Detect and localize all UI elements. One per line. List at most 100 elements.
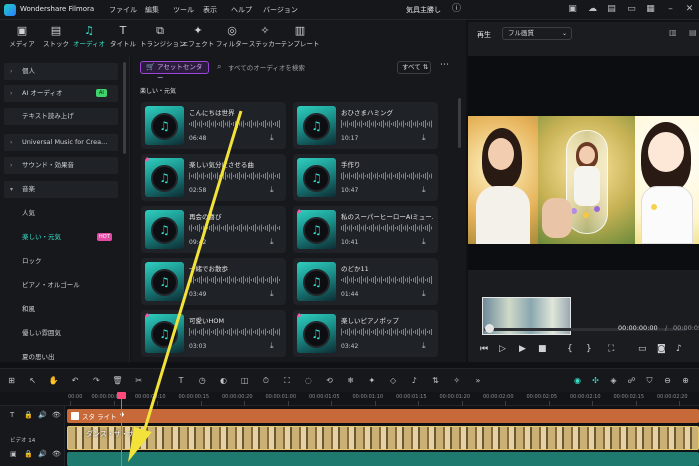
snapshot-icon[interactable]: ◙: [657, 344, 666, 354]
gift-icon[interactable]: ▣: [567, 4, 578, 15]
text-icon[interactable]: T: [176, 375, 187, 386]
tool-transition[interactable]: ⧉ トランジション: [140, 23, 186, 53]
mute-icon[interactable]: 🔊: [38, 450, 47, 458]
speed-icon[interactable]: ◷: [197, 375, 208, 386]
sidebar-item-universal-music[interactable]: › Universal Music for Crea...: [4, 134, 118, 151]
sidebar-item-ai-audio[interactable]: › AI オーディオ AI: [4, 85, 118, 102]
play-back-icon[interactable]: ▷: [499, 344, 506, 354]
play-icon[interactable]: ▶: [519, 344, 526, 354]
audio-card[interactable]: ♫ 手作り 10:47 ⤓: [293, 154, 438, 201]
sidebar-item-gentle[interactable]: 優しい雰囲気: [4, 325, 118, 342]
quality-select[interactable]: フル画質 ⌄: [502, 27, 572, 40]
freeze-icon[interactable]: ❄: [345, 375, 356, 386]
filter-all-dropdown[interactable]: すべて ⇅: [397, 61, 431, 74]
download-icon[interactable]: ⤓: [422, 341, 426, 351]
close-icon[interactable]: ✕: [684, 4, 695, 15]
library-scrollbar[interactable]: [458, 98, 461, 148]
lock-icon[interactable]: 🔒: [24, 411, 33, 419]
audio-card[interactable]: ♫ こんにちは世界 06:48 ⤓: [141, 102, 286, 149]
download-icon[interactable]: ⤓: [270, 237, 274, 247]
timer-icon[interactable]: ⏱: [260, 375, 271, 386]
download-icon[interactable]: ⤓: [422, 133, 426, 143]
audio-card[interactable]: ♫ ♦ 楽しいピアノポップ 03:42 ⤓: [293, 310, 438, 357]
layout-icon[interactable]: ⊞: [6, 375, 17, 386]
prev-frame-icon[interactable]: ⏮: [480, 344, 488, 354]
undo-icon[interactable]: ↶: [70, 375, 81, 386]
info-icon[interactable]: ⓘ: [451, 4, 462, 15]
sidebar-item-japanese[interactable]: 和風: [4, 301, 118, 318]
color-icon[interactable]: ◐: [218, 375, 229, 386]
video-clip[interactable]: ダンス・ザ・ナイト: [67, 426, 699, 450]
cut-icon[interactable]: ✂: [133, 375, 144, 386]
cloud-icon[interactable]: ☁: [587, 4, 598, 15]
menu-edit[interactable]: 編集: [145, 5, 159, 15]
timeline-ruler[interactable]: 00:00 00:00:00:05 00:00:00:10 00:00:00:15 00…: [0, 392, 699, 406]
menu-help[interactable]: ヘルプ: [231, 5, 252, 15]
ai-tools-icon[interactable]: ☍: [626, 375, 637, 386]
motion-icon[interactable]: ✦: [366, 375, 377, 386]
playhead-handle[interactable]: [117, 392, 126, 399]
search-input[interactable]: [228, 61, 388, 74]
zoom-in-icon[interactable]: ⊕: [680, 375, 691, 386]
menu-version[interactable]: バージョン: [263, 5, 298, 15]
lock-icon[interactable]: 🔒: [24, 450, 33, 458]
delete-icon[interactable]: 🗑: [112, 375, 123, 386]
project-name[interactable]: 気具主勝し: [406, 5, 441, 15]
download-icon[interactable]: ⤓: [422, 289, 426, 299]
sidebar-item-rock[interactable]: ロック: [4, 253, 118, 270]
audio-card[interactable]: ♫ ♦ 私のスーパーヒーローAIミュー... 10:41 ⤓: [293, 206, 438, 253]
download-icon[interactable]: ⤓: [422, 237, 426, 247]
display-icon[interactable]: ▭: [638, 344, 647, 354]
minimize-icon[interactable]: –: [665, 4, 676, 15]
mark-in-icon[interactable]: {: [567, 344, 573, 354]
audio-clip[interactable]: [67, 452, 699, 466]
sidebar-item-personal[interactable]: › 個人: [4, 63, 118, 80]
select-icon[interactable]: ↖: [27, 375, 38, 386]
playback-progress-handle[interactable]: [485, 324, 495, 333]
sidebar-scrollbar[interactable]: [123, 62, 126, 154]
bell-icon[interactable]: ▤: [606, 4, 617, 15]
hand-icon[interactable]: ✋: [48, 375, 59, 386]
sidebar-item-popular[interactable]: 人気: [4, 205, 118, 222]
tool-title[interactable]: T タイトル: [103, 23, 143, 53]
sidebar-item-music[interactable]: ▾ 音楽: [4, 181, 118, 198]
mark-out-icon[interactable]: }: [586, 344, 592, 354]
stabilize-icon[interactable]: ◌: [303, 375, 314, 386]
tool-sticker[interactable]: ✧ ステッカー: [245, 23, 285, 53]
sidebar-item-fun-energetic[interactable]: 楽しい・元気 HOT: [4, 229, 118, 246]
text-clip[interactable]: スタ ライト ♦: [67, 409, 699, 423]
ai-icon[interactable]: ✧: [451, 375, 462, 386]
fullscreen-icon[interactable]: ⛶: [608, 344, 614, 354]
menu-view[interactable]: 表示: [203, 5, 217, 15]
menu-file[interactable]: ファイル: [109, 5, 137, 15]
sidebar-item-text-to-speech[interactable]: テキスト読み上げ: [4, 108, 118, 125]
reverse-icon[interactable]: ⟲: [324, 375, 335, 386]
asset-center-button[interactable]: 🛒 アセットセンター: [140, 61, 209, 82]
save-icon[interactable]: ▭: [626, 4, 637, 15]
download-icon[interactable]: ⤓: [422, 185, 426, 195]
mute-icon[interactable]: 🔊: [38, 411, 47, 419]
mask-icon[interactable]: ◫: [239, 375, 250, 386]
audio-card[interactable]: ♫ のどか11 01:44 ⤓: [293, 258, 438, 305]
sidebar-item-piano[interactable]: ピアノ・オルゴール: [4, 277, 118, 294]
audio-card[interactable]: ♫ 再会の喜び 09:42 ⤓: [141, 206, 286, 253]
more-icon[interactable]: »: [472, 375, 483, 386]
shield-icon[interactable]: ⛉: [644, 375, 655, 386]
volume-icon[interactable]: ♪: [676, 344, 682, 354]
crop-icon[interactable]: ⛶: [282, 375, 293, 386]
sidebar-item-summer[interactable]: 夏の思い出: [4, 349, 118, 362]
download-icon[interactable]: ⤓: [270, 289, 274, 299]
eye-icon[interactable]: 👁: [52, 411, 61, 419]
sidebar-item-sound-effects[interactable]: › サウンド・効果音: [4, 157, 118, 174]
stop-icon[interactable]: ■: [538, 344, 547, 354]
keyframe-icon[interactable]: ◇: [388, 375, 399, 386]
audio-card[interactable]: ♫ 一緒でお散歩 03:49 ⤓: [141, 258, 286, 305]
eye-icon[interactable]: 👁: [52, 450, 61, 458]
audio-card[interactable]: ♫ ♦ 可愛いHOM 03:03 ⤓: [141, 310, 286, 357]
compare-icon[interactable]: ▥: [669, 28, 677, 37]
playhead[interactable]: [117, 392, 126, 466]
audio-card[interactable]: ♫ おひさまハミング 10:17 ⤓: [293, 102, 438, 149]
redo-icon[interactable]: ↷: [91, 375, 102, 386]
tool-template[interactable]: ▥ テンプレート: [280, 23, 320, 53]
layout-icon[interactable]: ▦: [645, 4, 656, 15]
